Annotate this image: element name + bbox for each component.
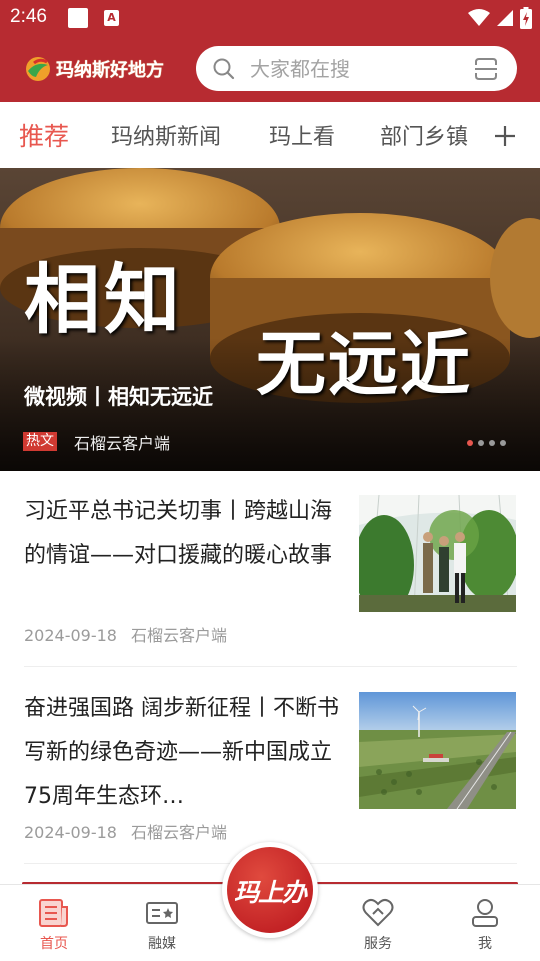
news-date: 2024-09-18	[24, 626, 117, 645]
hot-tag-badge: 热文	[23, 432, 57, 451]
carousel-dot	[500, 440, 506, 446]
news-item[interactable]: 奋进强国路 阔步新征程丨不断书写新的绿色奇迹——新中国成立75周年生态环… 20…	[24, 687, 517, 842]
tab-mashang-kan[interactable]: 玛上看	[269, 119, 335, 151]
news-thumbnail[interactable]	[359, 692, 516, 809]
signal-icon	[497, 10, 513, 26]
news-thumbnail[interactable]	[359, 495, 516, 612]
news-date: 2024-09-18	[24, 823, 117, 842]
nav-service[interactable]: 服务	[338, 897, 418, 953]
media-card-icon	[146, 902, 178, 924]
nav-me[interactable]: 我	[445, 897, 525, 953]
app-header: 玛纳斯好地方	[0, 36, 540, 102]
carousel-dot	[478, 440, 484, 446]
status-indicators	[468, 6, 532, 30]
mashangban-badge: 玛上办	[227, 847, 313, 933]
logo-text: 玛纳斯好地方	[56, 60, 164, 80]
app-logo: 玛纳斯好地方	[24, 53, 164, 85]
news-meta: 2024-09-18 石榴云客户端	[24, 622, 227, 646]
scan-icon[interactable]	[473, 56, 499, 82]
carousel-dot	[467, 440, 473, 446]
status-bar: 2:46 A	[0, 0, 540, 36]
wifi-icon	[468, 9, 490, 26]
nav-label: 融媒	[148, 936, 176, 952]
tab-manas-news[interactable]: 玛纳斯新闻	[111, 119, 221, 151]
home-news-icon	[39, 899, 68, 927]
banner-source: 石榴云客户端	[74, 434, 171, 453]
banner-title[interactable]: 微视频丨相知无远近	[24, 381, 213, 411]
carousel-dot	[489, 440, 495, 446]
news-title[interactable]: 习近平总书记关切事丨跨越山海的情谊——对口援藏的暖心故事	[24, 490, 340, 578]
nav-home[interactable]: 首页	[14, 897, 94, 953]
category-tabs: 推荐 玛纳斯新闻 玛上看 部门乡镇	[0, 102, 540, 168]
tab-departments-towns[interactable]: 部门乡镇	[380, 119, 468, 151]
list-divider	[24, 666, 517, 667]
banner-carousel[interactable]: 相知 无远近	[0, 168, 540, 471]
carousel-indicator	[467, 440, 506, 446]
banner-overlay-line2: 无远近	[256, 322, 472, 405]
news-item[interactable]: 习近平总书记关切事丨跨越山海的情谊——对口援藏的暖心故事 2024-09-18 石…	[24, 490, 517, 645]
news-title[interactable]: 奋进强国路 阔步新征程丨不断书写新的绿色奇迹——新中国成立75周年生态环…	[24, 687, 340, 819]
notification-a-icon: A	[104, 10, 119, 26]
search-bar[interactable]	[196, 46, 517, 91]
news-source: 石榴云客户端	[130, 823, 227, 842]
mashangban-label: 玛上办	[233, 878, 307, 907]
search-icon	[213, 58, 235, 80]
search-input[interactable]	[248, 54, 462, 84]
news-meta: 2024-09-18 石榴云客户端	[24, 819, 227, 843]
status-time: 2:46	[10, 6, 47, 27]
nav-media[interactable]: 融媒	[122, 897, 202, 953]
add-tab-icon[interactable]	[492, 120, 518, 150]
mashangban-button[interactable]: 玛上办	[222, 842, 318, 938]
nav-label: 服务	[364, 936, 392, 952]
news-source: 石榴云客户端	[130, 626, 227, 645]
tab-recommend[interactable]: 推荐	[19, 117, 69, 153]
notification-square-icon	[68, 8, 88, 28]
nav-label: 我	[478, 936, 492, 952]
banner-overlay-line1: 相知	[24, 255, 184, 344]
user-icon	[472, 899, 498, 927]
nav-label: 首页	[40, 936, 68, 952]
battery-icon	[520, 7, 532, 29]
service-heart-icon	[362, 898, 394, 927]
logo-mark-icon	[26, 57, 50, 81]
